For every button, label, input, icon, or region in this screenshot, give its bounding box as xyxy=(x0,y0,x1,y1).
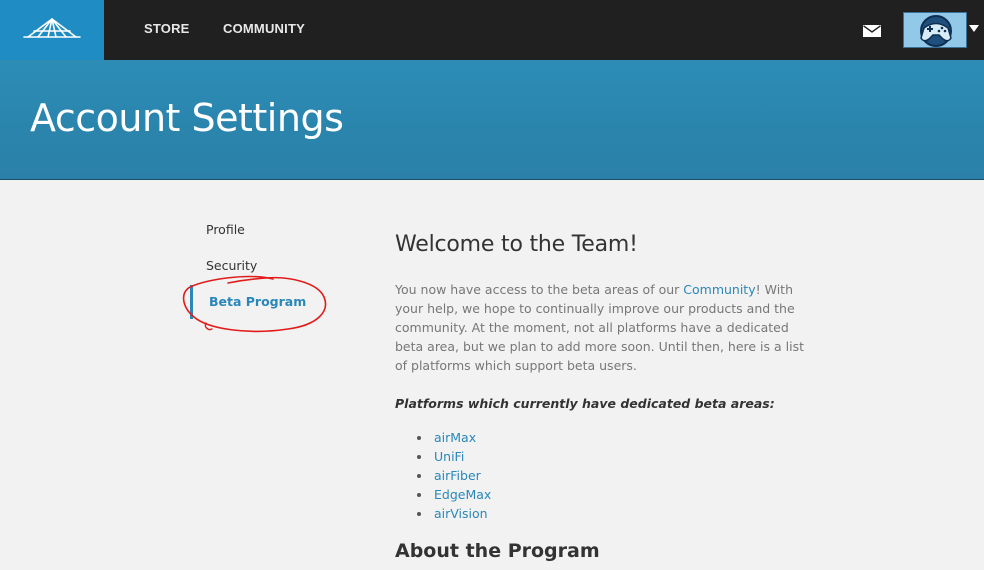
intro-text-start: You now have access to the beta areas of… xyxy=(395,282,684,297)
community-link[interactable]: Community xyxy=(683,282,755,297)
platform-link-unifi[interactable]: UniFi xyxy=(417,447,491,466)
platform-link-airvision[interactable]: airVision xyxy=(417,504,491,523)
welcome-heading: Welcome to the Team! xyxy=(395,232,638,257)
platform-list: airMax UniFi airFiber EdgeMax airVision xyxy=(417,428,491,523)
hero-banner: Account Settings xyxy=(0,60,984,180)
platform-link-airmax[interactable]: airMax xyxy=(417,428,491,447)
mail-icon[interactable] xyxy=(863,25,881,37)
red-annotation-circle xyxy=(182,275,327,333)
nav-store-link[interactable]: STORE xyxy=(144,21,190,36)
caret-down-icon[interactable] xyxy=(969,25,979,32)
beta-program-content: Welcome to the Team! You now have access… xyxy=(395,232,815,562)
intro-paragraph: You now have access to the beta areas of… xyxy=(395,280,807,375)
platforms-heading: Platforms which currently have dedicated… xyxy=(395,396,775,411)
sidebar-item-profile[interactable]: Profile xyxy=(206,222,245,237)
gamepad-avatar-icon xyxy=(904,13,966,47)
platform-link-airfiber[interactable]: airFiber xyxy=(417,466,491,485)
ubiquiti-logo-icon xyxy=(23,18,81,38)
sidebar-item-security[interactable]: Security xyxy=(206,258,257,273)
platform-link-edgemax[interactable]: EdgeMax xyxy=(417,485,491,504)
page-title: Account Settings xyxy=(30,96,344,140)
nav-community-link[interactable]: COMMUNITY xyxy=(223,21,305,36)
user-avatar[interactable] xyxy=(903,12,967,48)
top-nav-bar: STORE COMMUNITY xyxy=(0,0,984,60)
logo-tile[interactable] xyxy=(0,0,104,60)
about-program-heading: About the Program xyxy=(395,540,600,562)
